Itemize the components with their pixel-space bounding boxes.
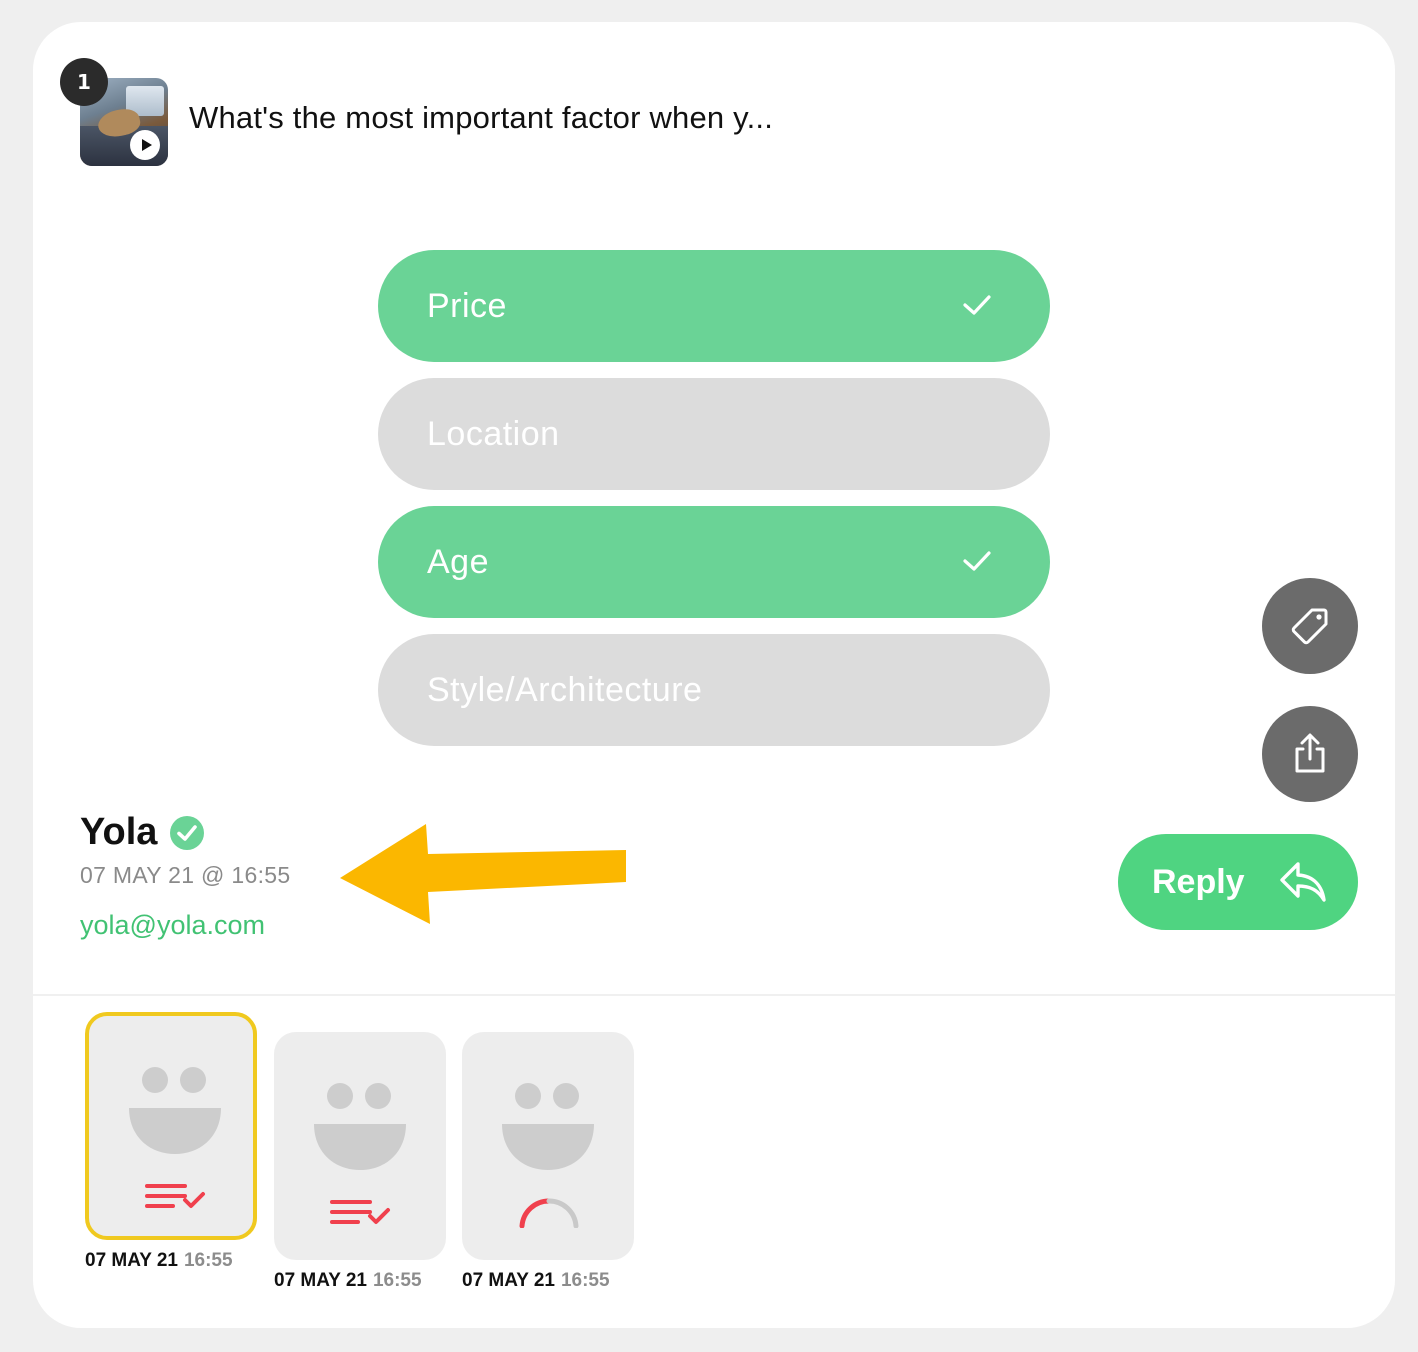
- response-timestamp: 07 MAY 21 16:55: [274, 1270, 446, 1292]
- answer-options: Price Location Age Style/Architecture: [378, 250, 1050, 762]
- share-icon: [1295, 733, 1325, 773]
- option-label: Location: [427, 414, 560, 453]
- progress-arc-icon: [519, 1198, 579, 1228]
- question-title: What's the most important factor when y.…: [189, 100, 774, 135]
- tag-button[interactable]: [1262, 578, 1358, 674]
- response-timestamp: 07 MAY 21 16:55: [462, 1270, 634, 1292]
- reply-label: Reply: [1152, 862, 1245, 901]
- option-label: Age: [427, 542, 489, 581]
- response-datetime: 07 MAY 21 @ 16:55: [80, 862, 291, 888]
- response-time: 16:55: [372, 1270, 422, 1291]
- response-card: 1 What's the most important factor when …: [33, 22, 1395, 1328]
- question-number-badge: 1: [60, 58, 108, 106]
- response-thumbnail-2[interactable]: 07 MAY 21 16:55: [274, 1032, 446, 1292]
- checkmark-icon: [963, 295, 991, 315]
- respondent-name-row: Yola: [80, 811, 205, 854]
- option-age: Age: [378, 506, 1050, 618]
- share-button[interactable]: [1262, 706, 1358, 802]
- response-time: 16:55: [560, 1270, 610, 1291]
- option-label: Price: [427, 286, 507, 325]
- checklist-icon: [145, 1184, 205, 1208]
- option-location: Location: [378, 378, 1050, 490]
- response-thumbnail-1[interactable]: 07 MAY 21 16:55: [85, 1012, 257, 1272]
- verified-icon: [170, 815, 205, 850]
- option-price: Price: [378, 250, 1050, 362]
- divider: [33, 994, 1395, 996]
- play-icon[interactable]: [130, 130, 160, 160]
- response-tile: [462, 1032, 634, 1260]
- response-tile: [274, 1032, 446, 1260]
- response-tile: [85, 1012, 257, 1240]
- option-label: Style/Architecture: [427, 670, 703, 709]
- reply-icon: [1280, 862, 1326, 902]
- response-time: 16:55: [183, 1250, 233, 1271]
- respondent-name: Yola: [80, 811, 158, 853]
- reply-button[interactable]: Reply: [1118, 834, 1358, 930]
- option-style-architecture: Style/Architecture: [378, 634, 1050, 746]
- smiley-face-icon: [314, 1083, 406, 1170]
- checklist-icon: [330, 1200, 390, 1224]
- respondent-email[interactable]: yola@yola.com: [80, 910, 265, 941]
- annotation-arrow-icon: [340, 824, 626, 924]
- response-thumbnail-3[interactable]: 07 MAY 21 16:55: [462, 1032, 634, 1292]
- response-date: 07 MAY 21: [462, 1270, 555, 1291]
- smiley-face-icon: [502, 1083, 594, 1170]
- smiley-face-icon: [129, 1067, 221, 1154]
- response-date: 07 MAY 21: [85, 1250, 178, 1271]
- response-timestamp: 07 MAY 21 16:55: [85, 1250, 257, 1272]
- checkmark-icon: [963, 551, 991, 571]
- tag-icon: [1291, 608, 1328, 645]
- response-date: 07 MAY 21: [274, 1270, 367, 1291]
